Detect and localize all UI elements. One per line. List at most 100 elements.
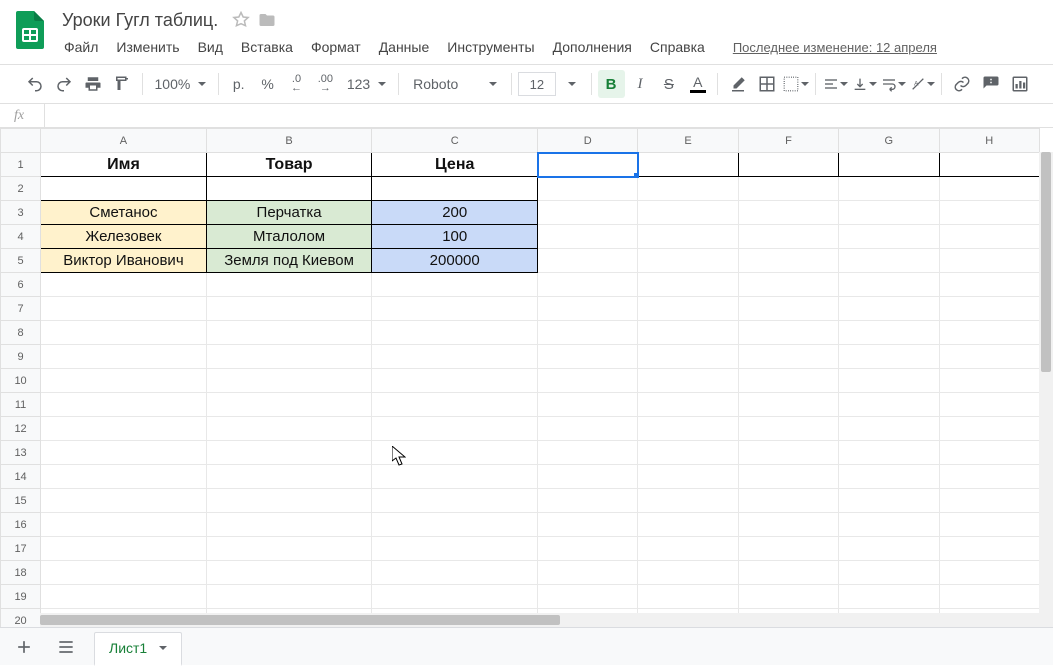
cell-F18[interactable] (738, 561, 838, 585)
row-header[interactable]: 10 (1, 369, 41, 393)
cell-H5[interactable] (939, 249, 1039, 273)
cell-D5[interactable] (538, 249, 638, 273)
cell-A9[interactable] (41, 345, 207, 369)
menu-insert[interactable]: Вставка (233, 35, 301, 59)
row-header[interactable]: 8 (1, 321, 41, 345)
row-header[interactable]: 3 (1, 201, 41, 225)
cell-A17[interactable] (41, 537, 207, 561)
wrap-button[interactable] (880, 70, 907, 98)
font-select[interactable]: Roboto (405, 70, 505, 98)
cell-C6[interactable] (372, 273, 538, 297)
cell-D8[interactable] (538, 321, 638, 345)
col-c[interactable]: C (372, 129, 538, 153)
cell-G13[interactable] (839, 441, 939, 465)
cell-D9[interactable] (538, 345, 638, 369)
cell-E8[interactable] (638, 321, 738, 345)
cell-H13[interactable] (939, 441, 1039, 465)
row-header[interactable]: 2 (1, 177, 41, 201)
print-icon[interactable] (80, 70, 107, 98)
cell-B4[interactable]: Мталолом (206, 225, 372, 249)
cell-B2[interactable] (206, 177, 372, 201)
strike-button[interactable]: S (655, 70, 682, 98)
cell-F9[interactable] (738, 345, 838, 369)
row-header[interactable]: 12 (1, 417, 41, 441)
cell-A12[interactable] (41, 417, 207, 441)
cell-A16[interactable] (41, 513, 207, 537)
cell-A8[interactable] (41, 321, 207, 345)
row-header[interactable]: 7 (1, 297, 41, 321)
cell-B3[interactable]: Перчатка (206, 201, 372, 225)
redo-icon[interactable] (51, 70, 78, 98)
cell-B10[interactable] (206, 369, 372, 393)
menu-file[interactable]: Файл (56, 35, 106, 59)
cell-C11[interactable] (372, 393, 538, 417)
cell-D3[interactable] (538, 201, 638, 225)
row-header[interactable]: 14 (1, 465, 41, 489)
cell-H16[interactable] (939, 513, 1039, 537)
row-header[interactable]: 17 (1, 537, 41, 561)
cell-H12[interactable] (939, 417, 1039, 441)
cell-A4[interactable]: Железовек (41, 225, 207, 249)
menu-data[interactable]: Данные (371, 35, 438, 59)
cell-A18[interactable] (41, 561, 207, 585)
chart-icon[interactable] (1006, 70, 1033, 98)
cell-H18[interactable] (939, 561, 1039, 585)
cell-E6[interactable] (638, 273, 738, 297)
cell-E10[interactable] (638, 369, 738, 393)
cell-E13[interactable] (638, 441, 738, 465)
star-icon[interactable] (232, 11, 250, 29)
cell-H8[interactable] (939, 321, 1039, 345)
select-all-corner[interactable] (1, 129, 41, 153)
cell-C10[interactable] (372, 369, 538, 393)
cell-C2[interactable] (372, 177, 538, 201)
cell-E17[interactable] (638, 537, 738, 561)
col-a[interactable]: A (41, 129, 207, 153)
cell-G6[interactable] (839, 273, 939, 297)
cell-A10[interactable] (41, 369, 207, 393)
sheet-tab-1[interactable]: Лист1 (94, 632, 182, 666)
cell-H11[interactable] (939, 393, 1039, 417)
cell-F12[interactable] (738, 417, 838, 441)
inc-decimal-button[interactable]: .00→ (312, 70, 339, 98)
cell-F8[interactable] (738, 321, 838, 345)
cell-G7[interactable] (839, 297, 939, 321)
cell-F3[interactable] (738, 201, 838, 225)
cell-F17[interactable] (738, 537, 838, 561)
cell-C17[interactable] (372, 537, 538, 561)
cell-A3[interactable]: Сметанос (41, 201, 207, 225)
cell-B11[interactable] (206, 393, 372, 417)
cell-B8[interactable] (206, 321, 372, 345)
valign-button[interactable] (851, 70, 878, 98)
cell-H17[interactable] (939, 537, 1039, 561)
last-change-link[interactable]: Последнее изменение: 12 апреля (733, 40, 937, 55)
cell-E19[interactable] (638, 585, 738, 609)
font-size-dropdown[interactable] (558, 70, 585, 98)
col-f[interactable]: F (738, 129, 838, 153)
doc-title[interactable]: Уроки Гугл таблиц. (56, 8, 224, 33)
grid[interactable]: A B C D E F G H 1ИмяТоварЦена23СметаносП… (0, 128, 1053, 627)
cell-G5[interactable] (839, 249, 939, 273)
menu-edit[interactable]: Изменить (108, 35, 187, 59)
comment-icon[interactable] (977, 70, 1004, 98)
menu-addons[interactable]: Дополнения (545, 35, 640, 59)
cell-D13[interactable] (538, 441, 638, 465)
horizontal-scrollbar[interactable] (40, 613, 1039, 627)
zoom-select[interactable]: 100% (149, 70, 213, 98)
cell-G3[interactable] (839, 201, 939, 225)
vertical-scrollbar[interactable] (1039, 152, 1053, 627)
cell-G4[interactable] (839, 225, 939, 249)
cell-C5[interactable]: 200000 (372, 249, 538, 273)
cell-H3[interactable] (939, 201, 1039, 225)
paint-format-icon[interactable] (109, 70, 136, 98)
row-header[interactable]: 11 (1, 393, 41, 417)
cell-E3[interactable] (638, 201, 738, 225)
cell-E11[interactable] (638, 393, 738, 417)
cell-C8[interactable] (372, 321, 538, 345)
cell-C18[interactable] (372, 561, 538, 585)
cell-H2[interactable] (939, 177, 1039, 201)
cell-C16[interactable] (372, 513, 538, 537)
row-header[interactable]: 18 (1, 561, 41, 585)
cell-E12[interactable] (638, 417, 738, 441)
cell-F16[interactable] (738, 513, 838, 537)
cell-C9[interactable] (372, 345, 538, 369)
